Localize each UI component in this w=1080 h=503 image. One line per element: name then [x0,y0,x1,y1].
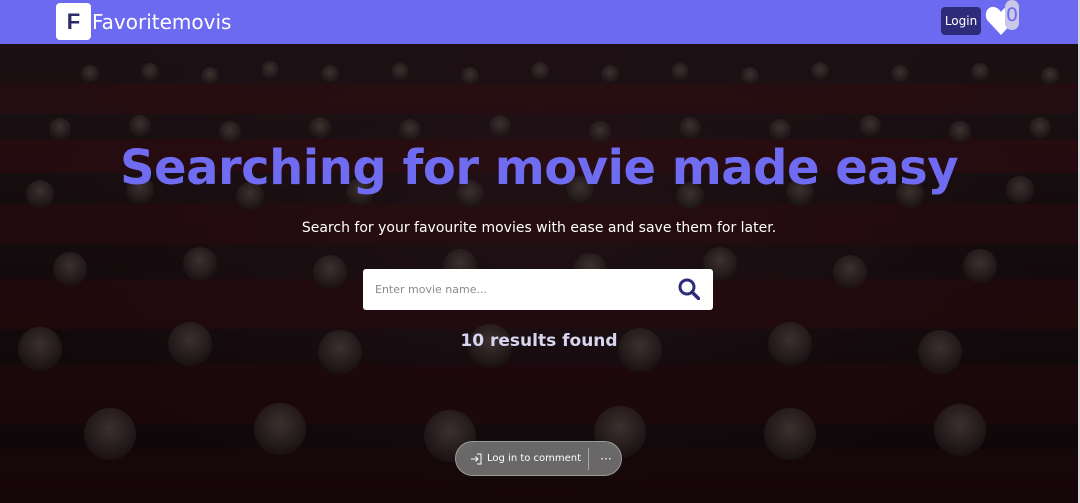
hero-subline: Search for your favourite movies with ea… [301,220,777,236]
search-box [363,269,713,310]
favorites-count-badge: 0 [1005,0,1019,30]
sign-in-icon [471,453,482,464]
top-navbar: F Favoritemovis Login 0 [0,0,1078,44]
search-button[interactable] [677,277,701,301]
results-count: 10 results found [460,331,618,351]
hero-headline: Searching for movie made easy [119,140,959,196]
search-icon [678,278,700,300]
brand-logo[interactable]: F Favoritemovis [56,3,231,40]
more-options-button[interactable]: ··· [599,447,613,471]
brand-name: Favoritemovis [92,9,232,34]
hero-section: Searching for movie made easy Search for… [0,44,1078,503]
login-to-comment-button[interactable]: Log in to comment [456,442,581,475]
comment-bar: Log in to comment ··· [455,441,622,476]
favorites-button[interactable]: 0 [985,0,1025,40]
login-button[interactable]: Login [941,7,981,35]
brand-mark: F [56,3,91,40]
comment-divider [588,448,589,470]
login-to-comment-label: Log in to comment [487,453,582,464]
movie-search-input[interactable] [375,270,670,309]
